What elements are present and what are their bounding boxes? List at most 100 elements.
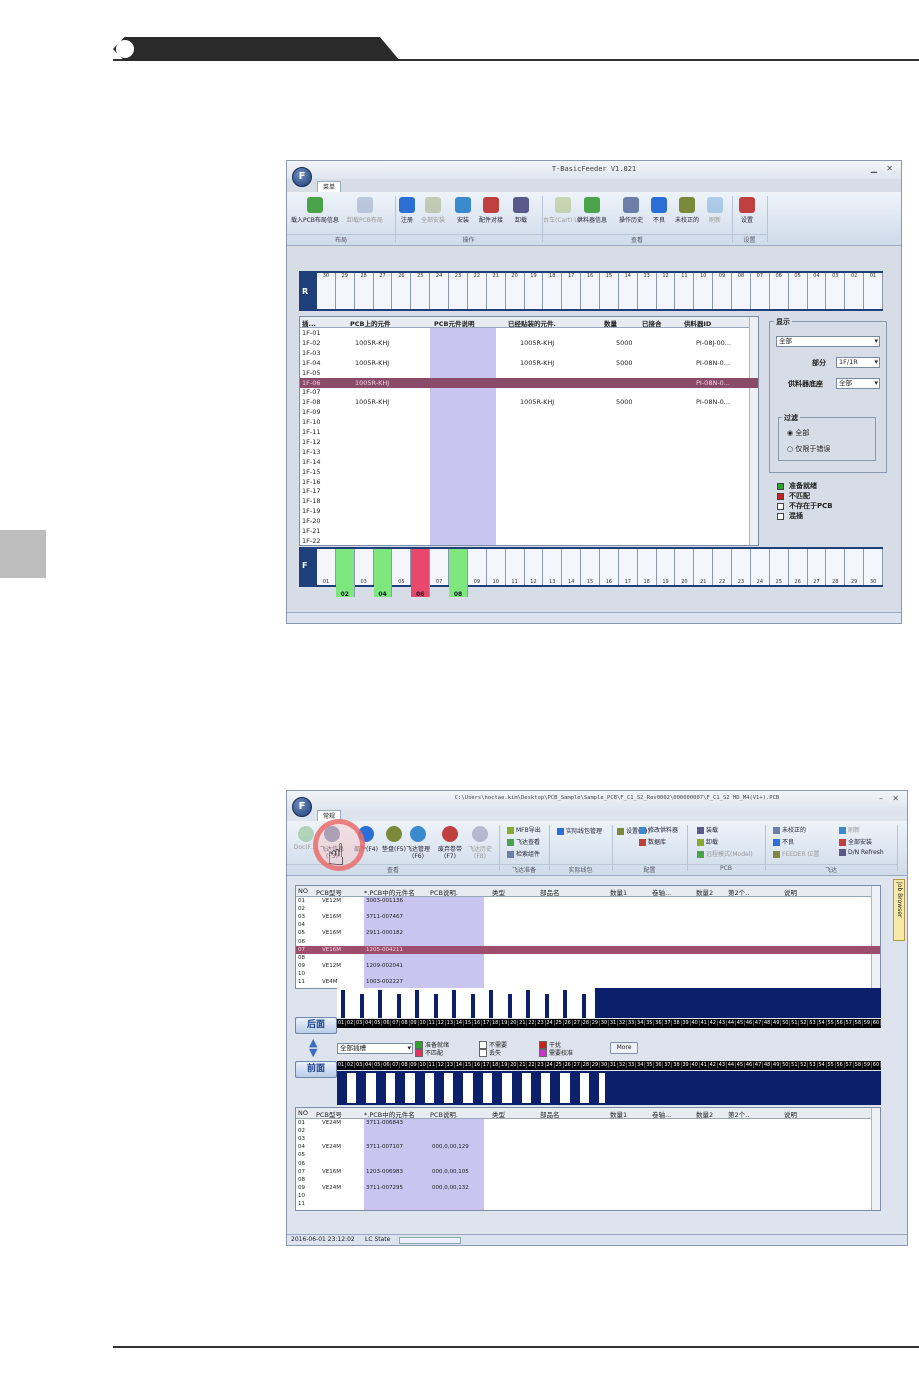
- ribbon2-button-15[interactable]: 卸载: [697, 837, 718, 846]
- front-slot-15[interactable]: 15: [581, 549, 600, 585]
- table-row[interactable]: 08: [296, 954, 880, 962]
- slot-16[interactable]: 16: [581, 273, 600, 309]
- ribbon-button-1[interactable]: 卸载PCB布局: [347, 197, 383, 224]
- slot-18[interactable]: 18: [543, 273, 563, 309]
- table-row[interactable]: 11: [296, 1200, 880, 1208]
- front-button[interactable]: 前面: [295, 1061, 337, 1078]
- app-menu-button[interactable]: F: [292, 167, 312, 187]
- front-slot-03[interactable]: 03: [354, 549, 374, 585]
- front-slot-bar[interactable]: [531, 1073, 541, 1103]
- ribbon-button-8[interactable]: 供料器信息: [577, 197, 607, 224]
- front-slot-22[interactable]: 22: [713, 549, 733, 585]
- table-row[interactable]: 1F-07: [300, 387, 758, 397]
- slot-29[interactable]: 29: [335, 273, 355, 309]
- slot-12[interactable]: 12: [656, 273, 676, 309]
- table-row[interactable]: 1F-02 1005R-KHJ 1005R-KHJ 5000 PI-08J-00...: [300, 338, 758, 348]
- slot-15[interactable]: 15: [600, 273, 619, 309]
- front-slot-23[interactable]: 23: [732, 549, 751, 585]
- table-row[interactable]: 1F-14: [300, 457, 758, 467]
- app-menu-button-2[interactable]: F: [292, 797, 312, 817]
- slot-07[interactable]: 07: [750, 273, 770, 309]
- ribbon2-button-16[interactable]: 远程模式(Model): [697, 849, 753, 858]
- front-slot-04[interactable]: 04: [373, 549, 393, 598]
- slot-22[interactable]: 22: [467, 273, 487, 309]
- rear-slot-bar[interactable]: [544, 994, 549, 1018]
- minimize-icon[interactable]: ▁: [871, 164, 877, 173]
- rear-slot-bar[interactable]: [396, 994, 401, 1018]
- part-combo[interactable]: 1F/1R: [836, 357, 880, 368]
- front-slot-bar[interactable]: [511, 1073, 522, 1103]
- ribbon2-button-4[interactable]: 飞达管理(F6): [403, 826, 433, 860]
- front-slot-17[interactable]: 17: [618, 549, 638, 585]
- table-row[interactable]: 1F-08 1005R-KHJ 1005R-KHJ 5000 PI-08N-0...: [300, 397, 758, 407]
- front-slot-bar[interactable]: [395, 1073, 406, 1103]
- table-row[interactable]: 04: [296, 921, 880, 929]
- table-row[interactable]: 07 VE16M 1205-004211: [296, 945, 880, 954]
- slot-21[interactable]: 21: [486, 273, 506, 309]
- table-row[interactable]: 06: [296, 1160, 880, 1168]
- slot-26[interactable]: 26: [392, 273, 412, 309]
- table-row[interactable]: 05: [296, 1151, 880, 1159]
- rear-button[interactable]: 后面: [295, 1017, 337, 1034]
- front-slot-18[interactable]: 18: [637, 549, 657, 585]
- table-row[interactable]: 07 VE16M 1203-006983 000,0,00,105: [296, 1168, 880, 1176]
- slot-03[interactable]: 03: [826, 273, 846, 309]
- table-row[interactable]: 05 VE16M 2911-000182: [296, 929, 880, 937]
- slot-19[interactable]: 19: [524, 273, 544, 309]
- ribbon2-button-19[interactable]: FEEDER 位置: [773, 849, 820, 858]
- ribbon2-button-21[interactable]: 全部安装: [839, 837, 872, 846]
- front-slot-26[interactable]: 26: [788, 549, 808, 585]
- ribbon2-button-13[interactable]: 数据库: [639, 837, 666, 846]
- front-slot-01[interactable]: 01: [317, 549, 336, 585]
- table-row[interactable]: 10: [296, 1192, 880, 1200]
- slot-08[interactable]: 08: [732, 273, 751, 309]
- ribbon2-button-12[interactable]: 修改供料器: [639, 825, 678, 834]
- front-slot-bar[interactable]: [569, 1073, 580, 1103]
- front-slot-29[interactable]: 29: [845, 549, 865, 585]
- rear-slot-bar[interactable]: [378, 990, 382, 1018]
- slot-02[interactable]: 02: [845, 273, 865, 309]
- table-row[interactable]: 1F-18: [300, 496, 758, 506]
- front-slot-bar[interactable]: [453, 1073, 464, 1103]
- slot-27[interactable]: 27: [373, 273, 393, 309]
- slot-20[interactable]: 20: [505, 273, 525, 309]
- front-slot-25[interactable]: 25: [769, 549, 789, 585]
- front-slot-bar[interactable]: [356, 1073, 367, 1103]
- ribbon-button-13[interactable]: 设置: [739, 197, 755, 224]
- front-slot-bar[interactable]: [434, 1073, 444, 1103]
- ribbon2-button-9[interactable]: 检索组件: [507, 849, 540, 858]
- table-row[interactable]: 1F-09: [300, 407, 758, 417]
- ribbon-button-10[interactable]: 不良: [651, 197, 667, 224]
- filter-error-radio[interactable]: ○ 仅限于错误: [787, 444, 830, 454]
- table-row[interactable]: 03: [296, 1135, 880, 1143]
- table-row[interactable]: 03 VE16M 3711-007467: [296, 913, 880, 921]
- table-row[interactable]: 02: [296, 905, 880, 913]
- ribbon-button-5[interactable]: 配件对接: [479, 197, 503, 224]
- table-row[interactable]: 1F-20: [300, 516, 758, 526]
- ribbon-button-3[interactable]: 全部安装: [421, 197, 445, 224]
- table-row[interactable]: 1F-11: [300, 427, 758, 437]
- close-icon-2[interactable]: ✕: [892, 794, 899, 803]
- slot-28[interactable]: 28: [354, 273, 374, 309]
- table-row[interactable]: 10: [296, 970, 880, 978]
- rear-slot-bar[interactable]: [507, 994, 512, 1018]
- ribbon2-button-17[interactable]: 未校正的: [773, 825, 806, 834]
- front-slot-02[interactable]: 02: [335, 549, 355, 598]
- close-icon[interactable]: ✕: [886, 164, 893, 173]
- ribbon2-button-8[interactable]: 飞达查看: [507, 837, 540, 846]
- front-slot-16[interactable]: 16: [600, 549, 619, 585]
- slot-filter-combo[interactable]: 全部插槽: [337, 1043, 413, 1054]
- table-row[interactable]: 1F-15: [300, 467, 758, 477]
- front-slot-05[interactable]: 05: [392, 549, 412, 585]
- table-row[interactable]: 09 VE12M 1209-002041: [296, 962, 880, 970]
- front-slot-24[interactable]: 24: [750, 549, 770, 585]
- filter-all-radio[interactable]: ◉ 全部: [787, 428, 809, 438]
- front-slot-bar[interactable]: [472, 1073, 483, 1103]
- front-slot-08[interactable]: 08: [449, 549, 468, 598]
- ribbon2-button-7[interactable]: MFB导出: [507, 825, 541, 834]
- ribbon-button-6[interactable]: 卸载: [513, 197, 529, 224]
- front-slot-bar[interactable]: [492, 1073, 503, 1103]
- ribbon-button-4[interactable]: 安装: [455, 197, 471, 224]
- table-row[interactable]: 1F-01: [300, 328, 758, 338]
- front-slot-27[interactable]: 27: [807, 549, 827, 585]
